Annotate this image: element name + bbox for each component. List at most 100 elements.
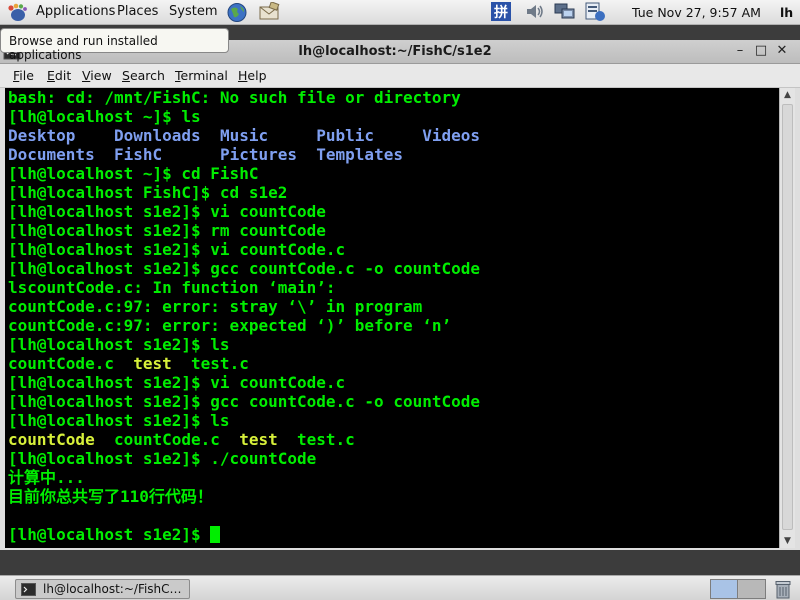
terminal-line: [lh@localhost s1e2]$ gcc countCode.c -o … xyxy=(8,392,480,411)
terminal-text: countCode.c:97: error: stray ‘\’ in prog… xyxy=(8,297,423,316)
menu-search-label: earch xyxy=(129,68,165,83)
network-icon[interactable] xyxy=(554,1,576,22)
terminal-text: test.c xyxy=(171,354,249,373)
terminal-line: [lh@localhost ~]$ cd FishC xyxy=(8,164,480,183)
terminal-line: [lh@localhost s1e2]$ vi countCode xyxy=(8,202,480,221)
terminal-line: [lh@localhost s1e2]$ ./countCode xyxy=(8,449,480,468)
terminal-line: [lh@localhost s1e2]$ vi countCode.c xyxy=(8,240,480,259)
web-browser-icon[interactable] xyxy=(226,2,248,23)
terminal-line: [lh@localhost s1e2]$ rm countCode xyxy=(8,221,480,240)
user-menu[interactable]: lh xyxy=(780,5,793,20)
terminal-text: [lh@localhost ~]$ cd FishC xyxy=(8,164,259,183)
applications-tooltip: Browse and run installed applications xyxy=(0,28,229,62)
minimize-button[interactable]: – xyxy=(731,42,749,60)
terminal-line: [lh@localhost ~]$ ls xyxy=(8,107,480,126)
scroll-down-arrow-icon[interactable]: ▼ xyxy=(780,534,795,548)
applications-menu[interactable]: Applications xyxy=(36,4,115,19)
gnome-foot-icon[interactable] xyxy=(6,3,28,22)
directory-name: Music xyxy=(219,126,317,145)
volume-icon[interactable] xyxy=(524,1,546,22)
close-button[interactable]: ✕ xyxy=(773,42,791,60)
terminal-text: [lh@localhost s1e2]$ ls xyxy=(8,335,230,354)
mail-client-icon[interactable] xyxy=(258,2,280,23)
terminal-line: [lh@localhost FishC]$ cd s1e2 xyxy=(8,183,480,202)
workspace-switcher[interactable] xyxy=(710,579,766,599)
terminal-text: [lh@localhost s1e2]$ gcc countCode.c -o … xyxy=(8,259,481,278)
top-panel: Applications Places System 拼 Tue Nov 27,… xyxy=(0,0,800,25)
places-menu[interactable]: Places xyxy=(117,4,158,19)
menubar: File Edit View Search Terminal Help xyxy=(0,64,800,88)
terminal-text: [lh@localhost ~]$ ls xyxy=(8,107,201,126)
input-method-icon[interactable]: 拼 xyxy=(490,1,512,22)
terminal-text: [lh@localhost s1e2]$ gcc countCode.c -o … xyxy=(8,392,481,411)
directory-name: Documents xyxy=(8,145,114,164)
directory-name: FishC xyxy=(113,145,220,164)
scroll-up-arrow-icon[interactable]: ▲ xyxy=(780,88,795,102)
terminal-text: 目前你总共写了110行代码！ xyxy=(8,487,213,506)
terminal-text: [lh@localhost s1e2]$ rm countCode xyxy=(8,221,326,240)
workspace-2[interactable] xyxy=(739,580,765,598)
directory-name: Downloads xyxy=(113,126,220,145)
terminal-text: 计算中... xyxy=(8,468,85,487)
menu-search[interactable]: Search xyxy=(122,68,165,83)
trash-icon[interactable] xyxy=(773,579,793,599)
terminal-text: [lh@localhost s1e2]$ xyxy=(8,525,211,544)
menu-edit-mnemonic: E xyxy=(47,68,55,83)
executable-name: test xyxy=(133,354,172,373)
menu-terminal[interactable]: Terminal xyxy=(175,68,228,83)
menu-edit-label: dit xyxy=(54,68,72,83)
taskbar-terminal-button[interactable]: lh@localhost:~/FishC… xyxy=(15,579,190,599)
terminal-line: lscountCode.c: In function ‘main’: xyxy=(8,278,480,297)
terminal-output[interactable]: bash: cd: /mnt/FishC: No such file or di… xyxy=(5,88,779,548)
menu-file-label: ile xyxy=(19,68,34,83)
directory-name: Videos xyxy=(422,126,481,145)
menu-terminal-label: erminal xyxy=(180,68,228,83)
terminal-line: [lh@localhost s1e2]$ gcc countCode.c -o … xyxy=(8,259,480,278)
terminal-line: [lh@localhost s1e2]$ ls xyxy=(8,411,480,430)
terminal-line: Desktop Downloads Music Public Videos xyxy=(8,126,480,145)
system-menu[interactable]: System xyxy=(169,4,217,19)
menu-view-label: iew xyxy=(90,68,112,83)
bottom-panel: lh@localhost:~/FishC… xyxy=(0,575,800,600)
clock[interactable]: Tue Nov 27, 9:57 AM xyxy=(632,5,761,20)
svg-text:拼: 拼 xyxy=(494,4,508,21)
terminal-scrollbar[interactable]: ▲ ▼ xyxy=(779,88,795,548)
menu-help-label: elp xyxy=(247,68,267,83)
scroll-thumb[interactable] xyxy=(782,104,793,530)
executable-name: test xyxy=(239,430,278,449)
terminal-window: lh@localhost:~/FishC/s1e2 – □ ✕ File Edi… xyxy=(0,40,800,550)
workspace-1[interactable] xyxy=(711,580,738,598)
menu-search-mnemonic: S xyxy=(122,68,130,83)
terminal-line: 计算中... xyxy=(8,468,480,487)
directory-name: Templates xyxy=(316,145,403,164)
terminal-icon xyxy=(21,583,36,596)
terminal-text: [lh@localhost s1e2]$ ./countCode xyxy=(8,449,317,468)
executable-name: countCode xyxy=(8,430,95,449)
menu-help[interactable]: Help xyxy=(238,68,267,83)
terminal-text: [lh@localhost FishC]$ cd s1e2 xyxy=(8,183,288,202)
terminal-lines: bash: cd: /mnt/FishC: No such file or di… xyxy=(8,88,480,544)
terminal-line: 目前你总共写了110行代码！ xyxy=(8,487,480,506)
menu-file[interactable]: File xyxy=(13,68,34,83)
terminal-cursor xyxy=(210,526,221,543)
terminal-line: Documents FishC Pictures Templates xyxy=(8,145,480,164)
terminal-line: bash: cd: /mnt/FishC: No such file or di… xyxy=(8,88,480,107)
directory-name: Desktop xyxy=(8,126,114,145)
terminal-line: [lh@localhost s1e2]$ xyxy=(8,525,480,544)
terminal-text: test.c xyxy=(277,430,355,449)
terminal-line: countCode.c:97: error: stray ‘\’ in prog… xyxy=(8,297,480,316)
terminal-line: countCode.c:97: error: expected ‘)’ befo… xyxy=(8,316,480,335)
terminal-text: [lh@localhost s1e2]$ vi countCode.c xyxy=(8,240,346,259)
terminal-text: [lh@localhost s1e2]$ vi countCode.c xyxy=(8,373,346,392)
terminal-line: countCode.c test test.c xyxy=(8,354,480,373)
taskbar-terminal-label: lh@localhost:~/FishC… xyxy=(43,582,182,596)
terminal-text: lscountCode.c: In function ‘main’: xyxy=(8,278,336,297)
menu-edit[interactable]: Edit xyxy=(47,68,71,83)
terminal-text: [lh@localhost s1e2]$ ls xyxy=(8,411,230,430)
update-notifier-icon[interactable] xyxy=(584,1,606,22)
terminal-text: [lh@localhost s1e2]$ vi countCode xyxy=(8,202,326,221)
terminal-text: countCode.c:97: error: expected ‘)’ befo… xyxy=(8,316,452,335)
menu-view[interactable]: View xyxy=(82,68,112,83)
terminal-line: [lh@localhost s1e2]$ ls xyxy=(8,335,480,354)
maximize-button[interactable]: □ xyxy=(752,42,770,60)
